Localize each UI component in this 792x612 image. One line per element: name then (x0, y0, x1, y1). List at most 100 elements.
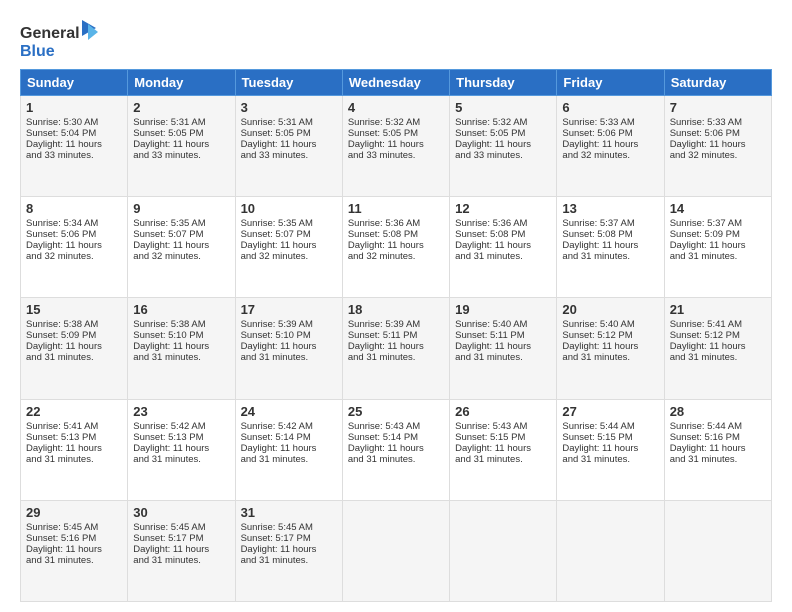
cell-info: Sunrise: 5:40 AM (455, 319, 551, 330)
cell-info: Sunset: 5:10 PM (241, 330, 337, 341)
cell-info: Sunrise: 5:42 AM (241, 421, 337, 432)
svg-text:Blue: Blue (20, 43, 55, 60)
day-number: 14 (670, 201, 766, 216)
cell-info: Sunset: 5:07 PM (133, 229, 229, 240)
calendar-cell: 30Sunrise: 5:45 AMSunset: 5:17 PMDayligh… (128, 500, 235, 601)
calendar-cell: 22Sunrise: 5:41 AMSunset: 5:13 PMDayligh… (21, 399, 128, 500)
cell-info: and 32 minutes. (26, 251, 122, 262)
cell-info: Sunset: 5:17 PM (241, 533, 337, 544)
cell-info: and 31 minutes. (455, 352, 551, 363)
cell-info: and 32 minutes. (562, 150, 658, 161)
day-number: 6 (562, 100, 658, 115)
cell-info: Sunset: 5:14 PM (241, 432, 337, 443)
cell-info: Sunrise: 5:37 AM (670, 218, 766, 229)
cell-info: and 31 minutes. (26, 454, 122, 465)
calendar-cell: 8Sunrise: 5:34 AMSunset: 5:06 PMDaylight… (21, 197, 128, 298)
calendar-cell: 14Sunrise: 5:37 AMSunset: 5:09 PMDayligh… (664, 197, 771, 298)
cell-info: Sunrise: 5:32 AM (348, 117, 444, 128)
cell-info: and 31 minutes. (670, 454, 766, 465)
header: GeneralBlue (20, 18, 772, 63)
day-number: 1 (26, 100, 122, 115)
cell-info: Daylight: 11 hours (562, 443, 658, 454)
cell-info: and 31 minutes. (133, 352, 229, 363)
cell-info: Sunrise: 5:32 AM (455, 117, 551, 128)
header-row: SundayMondayTuesdayWednesdayThursdayFrid… (21, 70, 772, 96)
cell-info: Daylight: 11 hours (670, 240, 766, 251)
cell-info: Sunrise: 5:39 AM (241, 319, 337, 330)
calendar-cell: 24 Sunrise: 5:42 AMSunset: 5:14 PMDayligh… (235, 399, 342, 500)
cell-info: Daylight: 11 hours (348, 139, 444, 150)
cell-info: Daylight: 11 hours (670, 139, 766, 150)
cell-info: Daylight: 11 hours (670, 341, 766, 352)
cell-info: Daylight: 11 hours (241, 240, 337, 251)
cell-info: Sunset: 5:05 PM (455, 128, 551, 139)
calendar-cell: 2Sunrise: 5:31 AMSunset: 5:05 PMDaylight… (128, 96, 235, 197)
header-saturday: Saturday (664, 70, 771, 96)
svg-text:General: General (20, 25, 80, 42)
cell-info: and 32 minutes. (241, 251, 337, 262)
day-number: 11 (348, 201, 444, 216)
cell-info: Daylight: 11 hours (241, 341, 337, 352)
cell-info: Sunrise: 5:38 AM (133, 319, 229, 330)
cell-info: Sunset: 5:13 PM (26, 432, 122, 443)
cell-info: Sunrise: 5:36 AM (348, 218, 444, 229)
cell-info: Daylight: 11 hours (26, 443, 122, 454)
day-number: 29 (26, 505, 122, 520)
cell-info: Sunset: 5:08 PM (455, 229, 551, 240)
cell-info: Sunset: 5:05 PM (133, 128, 229, 139)
cell-info: Daylight: 11 hours (455, 443, 551, 454)
cell-info: Sunrise: 5:30 AM (26, 117, 122, 128)
cell-info: Sunrise: 5:35 AM (133, 218, 229, 229)
cell-info: and 31 minutes. (26, 555, 122, 566)
calendar-cell: 27Sunrise: 5:44 AMSunset: 5:15 PMDayligh… (557, 399, 664, 500)
cell-info: Sunrise: 5:43 AM (348, 421, 444, 432)
cell-info: Sunrise: 5:33 AM (562, 117, 658, 128)
cell-info: Sunrise: 5:41 AM (26, 421, 122, 432)
cell-info: Sunset: 5:10 PM (133, 330, 229, 341)
cell-info: Sunset: 5:08 PM (348, 229, 444, 240)
day-number: 10 (241, 201, 337, 216)
cell-info: Daylight: 11 hours (670, 443, 766, 454)
cell-info: and 33 minutes. (26, 150, 122, 161)
calendar-cell: 10Sunrise: 5:35 AMSunset: 5:07 PMDayligh… (235, 197, 342, 298)
cell-info: and 31 minutes. (241, 352, 337, 363)
cell-info: Sunset: 5:12 PM (562, 330, 658, 341)
cell-info: Sunset: 5:09 PM (26, 330, 122, 341)
cell-info: and 31 minutes. (348, 352, 444, 363)
logo-svg: GeneralBlue (20, 18, 100, 63)
cell-info: Daylight: 11 hours (241, 443, 337, 454)
cell-info: and 31 minutes. (562, 352, 658, 363)
cell-info: Sunset: 5:13 PM (133, 432, 229, 443)
cell-info: Sunset: 5:12 PM (670, 330, 766, 341)
cell-info: Sunrise: 5:41 AM (670, 319, 766, 330)
cell-info: Sunrise: 5:37 AM (562, 218, 658, 229)
cell-info: Daylight: 11 hours (133, 240, 229, 251)
cell-info: Daylight: 11 hours (26, 341, 122, 352)
calendar-cell: 7Sunrise: 5:33 AMSunset: 5:06 PMDaylight… (664, 96, 771, 197)
cell-info: Daylight: 11 hours (133, 139, 229, 150)
cell-info: Sunrise: 5:39 AM (348, 319, 444, 330)
cell-info: Sunrise: 5:38 AM (26, 319, 122, 330)
day-number: 23 (133, 404, 229, 419)
cell-info: and 31 minutes. (241, 555, 337, 566)
cell-info: and 31 minutes. (26, 352, 122, 363)
cell-info: and 31 minutes. (455, 454, 551, 465)
day-number: 27 (562, 404, 658, 419)
day-number: 5 (455, 100, 551, 115)
cell-info: and 31 minutes. (133, 454, 229, 465)
cell-info: Sunrise: 5:44 AM (670, 421, 766, 432)
cell-info: Sunrise: 5:36 AM (455, 218, 551, 229)
week-row-2: 8Sunrise: 5:34 AMSunset: 5:06 PMDaylight… (21, 197, 772, 298)
cell-info: and 33 minutes. (133, 150, 229, 161)
cell-info: and 31 minutes. (348, 454, 444, 465)
cell-info: Daylight: 11 hours (455, 240, 551, 251)
cell-info: and 31 minutes. (562, 454, 658, 465)
calendar-cell: 21Sunrise: 5:41 AMSunset: 5:12 PMDayligh… (664, 298, 771, 399)
week-row-4: 22Sunrise: 5:41 AMSunset: 5:13 PMDayligh… (21, 399, 772, 500)
cell-info: Daylight: 11 hours (348, 341, 444, 352)
cell-info: Sunset: 5:17 PM (133, 533, 229, 544)
cell-info: Daylight: 11 hours (26, 139, 122, 150)
cell-info: and 31 minutes. (670, 251, 766, 262)
calendar-cell: 13Sunrise: 5:37 AMSunset: 5:08 PMDayligh… (557, 197, 664, 298)
day-number: 24 (241, 404, 337, 419)
